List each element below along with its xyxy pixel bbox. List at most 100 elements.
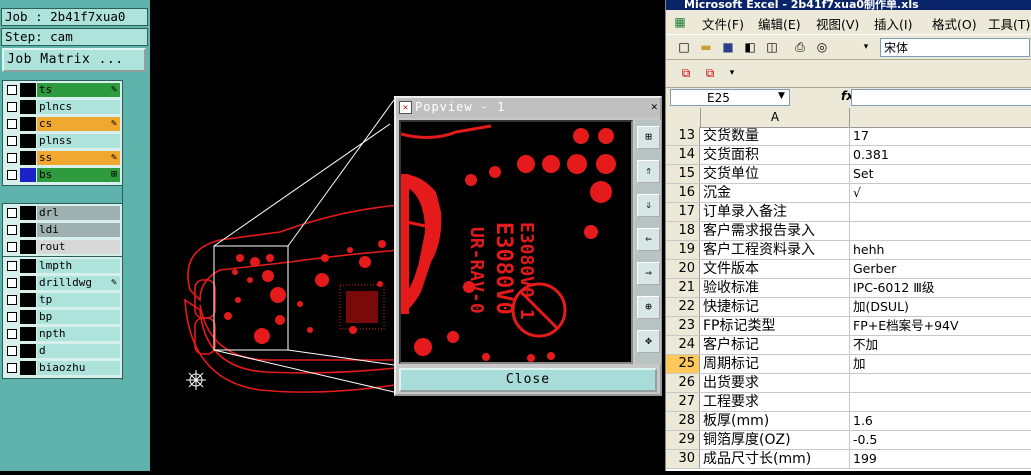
layer-edit-icon[interactable]: ✎ <box>111 83 117 97</box>
row-header[interactable]: 22 <box>666 298 700 316</box>
cell-a[interactable]: 沉金 <box>703 184 848 202</box>
layer-name[interactable]: drl <box>37 206 120 220</box>
menu-item[interactable]: 格式(O) <box>932 14 977 33</box>
cell-b[interactable]: 不加 <box>849 336 1031 354</box>
cell-a[interactable]: 验收标准 <box>703 279 848 297</box>
popview-title-bar[interactable]: ✕ Popview - 1 ✕ <box>396 98 660 118</box>
zoom-fit-icon[interactable]: ⊞ <box>637 126 660 149</box>
layer-color-swatch[interactable] <box>20 151 36 165</box>
row-header[interactable]: 19 <box>666 241 700 259</box>
layer-name[interactable]: tp <box>37 293 120 307</box>
cell-b[interactable]: hehh <box>849 241 1031 259</box>
layer-checkbox[interactable] <box>7 363 17 373</box>
layer-row[interactable]: cs ✎ <box>3 116 120 132</box>
cell-b[interactable]: 17 <box>849 127 1031 145</box>
layer-name[interactable]: drilldwg ✎ <box>37 276 120 290</box>
row-header[interactable]: 21 <box>666 279 700 297</box>
layer-row[interactable]: drilldwg ✎ <box>3 275 120 291</box>
row-header[interactable]: 30 <box>666 450 700 468</box>
cell-a[interactable]: FP标记类型 <box>703 317 848 335</box>
row-header[interactable]: 27 <box>666 393 700 411</box>
layer-checkbox[interactable] <box>7 346 17 356</box>
row-header[interactable]: 29 <box>666 431 700 449</box>
layer-name[interactable]: cs ✎ <box>37 117 120 131</box>
layer-color-swatch[interactable] <box>20 168 36 182</box>
layer-row[interactable]: npth <box>3 326 120 342</box>
layer-color-swatch[interactable] <box>20 310 36 324</box>
layer-checkbox[interactable] <box>7 85 17 95</box>
menu-item[interactable]: 视图(V) <box>816 14 859 33</box>
layer-name[interactable]: npth <box>37 327 120 341</box>
cell-b[interactable]: 199 <box>849 450 1031 468</box>
layer-edit-icon[interactable]: ✎ <box>111 276 117 290</box>
menu-item[interactable]: 文件(F) <box>702 14 744 33</box>
layer-checkbox[interactable] <box>7 136 17 146</box>
layer-checkbox[interactable] <box>7 153 17 163</box>
cell-b[interactable]: 加(DSUL) <box>849 298 1031 316</box>
cell-b[interactable]: Set <box>849 165 1031 183</box>
layer-color-swatch[interactable] <box>20 344 36 358</box>
pan-right-icon[interactable]: ⇒ <box>637 262 660 285</box>
layer-row[interactable]: ts ✎ <box>3 82 120 98</box>
popview-canvas[interactable]: E3080V0 UR-RAV-0 E3080V0 1 <box>399 120 633 364</box>
cell-b[interactable]: √ <box>849 184 1031 202</box>
name-box[interactable]: E25 <box>670 89 790 106</box>
layer-color-swatch[interactable] <box>20 259 36 273</box>
save-icon[interactable]: ■ <box>720 39 736 55</box>
layer-checkbox[interactable] <box>7 278 17 288</box>
cell-b[interactable]: -0.5 <box>849 431 1031 449</box>
layer-checkbox[interactable] <box>7 102 17 112</box>
layer-name[interactable]: biaozhu <box>37 361 120 375</box>
cell-b[interactable]: 1.6 <box>849 412 1031 430</box>
worksheet-grid[interactable]: A 13 交货数量 17 14 交货面积 0.381 15 交货单位 Set 16 沉金 √ 17 订单录… <box>666 108 1031 471</box>
layer-row[interactable]: ss ✎ <box>3 150 120 166</box>
layer-row[interactable]: biaozhu <box>3 360 120 376</box>
row-header[interactable]: 26 <box>666 374 700 392</box>
layer-row[interactable]: bs ⊞ <box>3 167 120 183</box>
layer-color-swatch[interactable] <box>20 361 36 375</box>
pdf-create-icon[interactable]: ⧉ <box>678 65 694 81</box>
cell-b[interactable]: IPC-6012 Ⅲ级 <box>849 279 1031 297</box>
cell-a[interactable]: 交货单位 <box>703 165 848 183</box>
cell-a[interactable]: 交货数量 <box>703 127 848 145</box>
layer-checkbox[interactable] <box>7 295 17 305</box>
layer-row[interactable]: lmpth <box>3 258 120 274</box>
cell-a[interactable]: 周期标记 <box>703 355 848 373</box>
cell-a[interactable]: 铜箔厚度(OZ) <box>703 431 848 449</box>
cell-b[interactable]: Gerber <box>849 260 1031 278</box>
layer-row[interactable]: drl <box>3 205 120 221</box>
row-header[interactable]: 16 <box>666 184 700 202</box>
email-icon[interactable]: ◫ <box>764 39 780 55</box>
layer-row[interactable]: plncs <box>3 99 120 115</box>
row-header[interactable]: 28 <box>666 412 700 430</box>
row-header[interactable]: 17 <box>666 203 700 221</box>
row-header[interactable]: 20 <box>666 260 700 278</box>
new-icon[interactable]: □ <box>676 39 692 55</box>
print-preview-icon[interactable]: ◎ <box>814 39 830 55</box>
layer-expand-icon[interactable]: ⊞ <box>111 168 117 182</box>
layer-name[interactable]: plnss <box>37 134 120 148</box>
layer-row[interactable]: d <box>3 343 120 359</box>
layer-color-swatch[interactable] <box>20 276 36 290</box>
name-box-dropdown-icon[interactable]: ▼ <box>778 91 785 101</box>
layer-checkbox[interactable] <box>7 225 17 235</box>
layer-checkbox[interactable] <box>7 208 17 218</box>
move-icon[interactable]: ✥ <box>637 330 660 353</box>
layer-edit-icon[interactable]: ✎ <box>111 117 117 131</box>
layer-name[interactable]: bp <box>37 310 120 324</box>
cell-a[interactable]: 客户标记 <box>703 336 848 354</box>
layer-color-swatch[interactable] <box>20 100 36 114</box>
layer-checkbox[interactable] <box>7 242 17 252</box>
layer-row[interactable]: bp <box>3 309 120 325</box>
cell-b[interactable] <box>849 222 1031 240</box>
layer-color-swatch[interactable] <box>20 83 36 97</box>
row-header[interactable]: 23 <box>666 317 700 335</box>
layer-name[interactable]: lmpth <box>37 259 120 273</box>
pan-down-icon[interactable]: ⇓ <box>637 194 660 217</box>
layer-list-scrollbar[interactable] <box>122 80 148 380</box>
print-icon[interactable]: ⎙ <box>792 39 808 55</box>
cell-b[interactable] <box>849 374 1031 392</box>
layer-color-swatch[interactable] <box>20 327 36 341</box>
layer-row[interactable]: plnss <box>3 133 120 149</box>
layer-name[interactable]: ldi <box>37 223 120 237</box>
